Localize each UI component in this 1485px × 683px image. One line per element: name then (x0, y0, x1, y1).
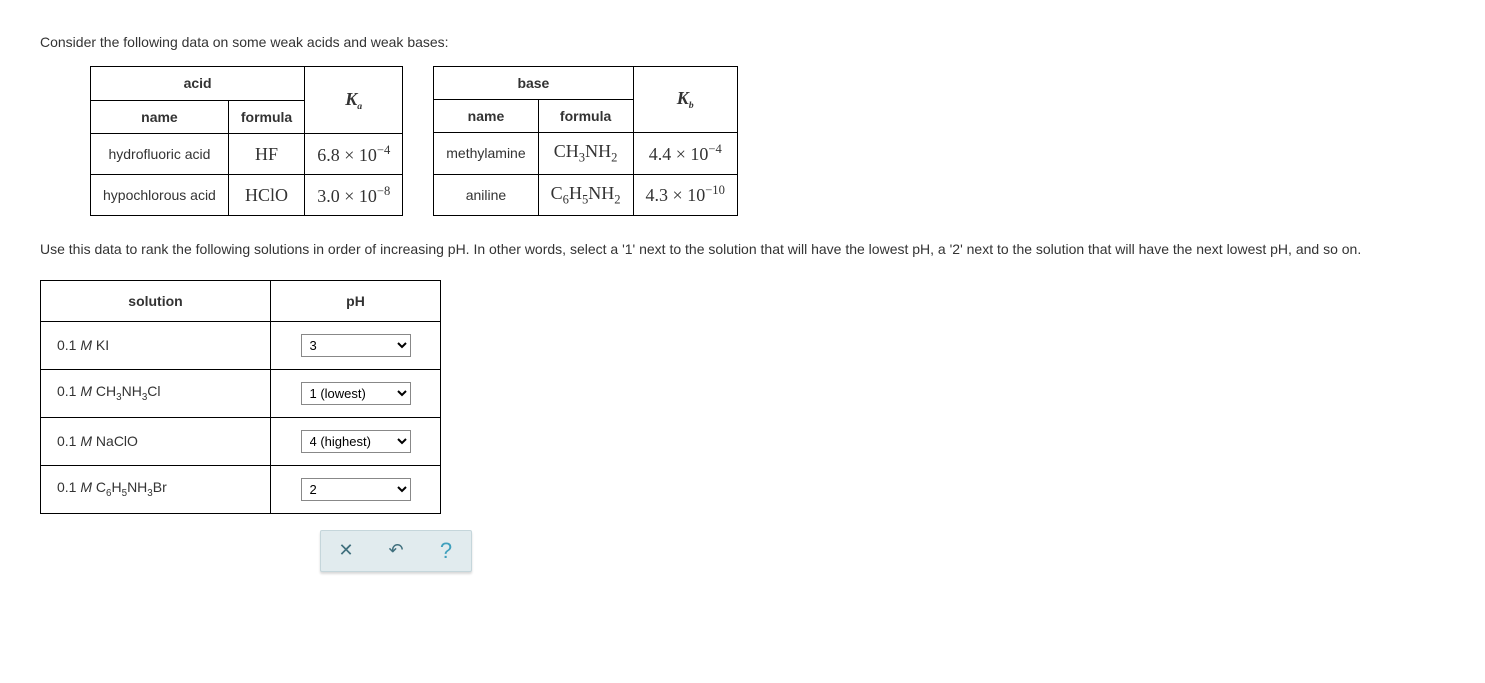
base-formula: CH3NH2 (538, 133, 633, 175)
rank-select[interactable]: 1 (lowest)234 (highest) (301, 334, 411, 357)
acid-name: hydrofluoric acid (91, 134, 229, 175)
solution-label: 0.1 M KI (41, 321, 271, 369)
acid-name: hypochlorous acid (91, 175, 229, 216)
base-col-formula: formula (538, 100, 633, 133)
acid-ka: 3.0 × 10−8 (305, 175, 403, 216)
rank-select[interactable]: 1 (lowest)234 (highest) (301, 382, 411, 405)
ph-cell: 1 (lowest)234 (highest) (271, 417, 441, 465)
ka-exp: −8 (377, 184, 390, 198)
solution-label: 0.1 M C6H5NH3Br (41, 465, 271, 513)
acid-formula: HF (228, 134, 304, 175)
close-icon: ✕ (338, 540, 353, 561)
answer-table: solution pH 0.1 M KI 1 (lowest)234 (highe… (40, 280, 441, 514)
kb-coeff: 4.4 (649, 144, 672, 164)
solution-label: 0.1 M NaClO (41, 417, 271, 465)
data-tables-row: acid Ka name formula hydrofluoric acid H… (90, 66, 1445, 216)
answer-col-ph: pH (271, 280, 441, 321)
ka-coeff: 3.0 (317, 186, 340, 206)
table-row: hydrofluoric acid HF 6.8 × 10−4 (91, 134, 403, 175)
rank-select[interactable]: 1 (lowest)234 (highest) (301, 478, 411, 501)
undo-icon: ↶ (388, 540, 403, 561)
base-formula: C6H5NH2 (538, 174, 633, 216)
ka-exp: −4 (377, 143, 390, 157)
ka-coeff: 6.8 (317, 145, 340, 165)
ka-subscript: a (357, 101, 362, 112)
table-row: methylamine CH3NH2 4.4 × 10−4 (434, 133, 738, 175)
kb-coeff: 4.3 (646, 185, 669, 205)
reset-button[interactable]: ↶ (371, 531, 421, 571)
kb-symbol: K (677, 88, 689, 108)
kb-header: Kb (633, 67, 737, 133)
action-toolbar: ✕ ↶ ? (320, 530, 472, 572)
answer-col-solution: solution (41, 280, 271, 321)
base-table: base Kb name formula methylamine CH3NH2 … (433, 66, 738, 216)
base-kb: 4.3 × 10−10 (633, 174, 737, 216)
clear-button[interactable]: ✕ (321, 531, 371, 571)
help-button[interactable]: ? (421, 531, 471, 571)
base-header: base (434, 67, 633, 100)
acid-table: acid Ka name formula hydrofluoric acid H… (90, 66, 403, 216)
kb-subscript: b (689, 100, 694, 111)
ph-cell: 1 (lowest)234 (highest) (271, 321, 441, 369)
kb-exp: −4 (708, 142, 721, 156)
table-row: hypochlorous acid HClO 3.0 × 10−8 (91, 175, 403, 216)
base-name: aniline (434, 174, 538, 216)
acid-col-name: name (91, 100, 229, 134)
table-row: 0.1 M KI 1 (lowest)234 (highest) (41, 321, 441, 369)
kb-exp: −10 (705, 183, 725, 197)
help-icon: ? (440, 538, 452, 564)
table-row: aniline C6H5NH2 4.3 × 10−10 (434, 174, 738, 216)
ka-header: Ka (305, 67, 403, 134)
table-row: 0.1 M CH3NH3Cl 1 (lowest)234 (highest) (41, 369, 441, 417)
acid-header: acid (91, 67, 305, 101)
base-name: methylamine (434, 133, 538, 175)
ph-cell: 1 (lowest)234 (highest) (271, 465, 441, 513)
rank-select[interactable]: 1 (lowest)234 (highest) (301, 430, 411, 453)
acid-col-formula: formula (228, 100, 304, 134)
acid-formula: HClO (228, 175, 304, 216)
base-col-name: name (434, 100, 538, 133)
ka-symbol: K (345, 89, 357, 109)
instructions-text: Use this data to rank the following solu… (40, 240, 1445, 260)
acid-ka: 6.8 × 10−4 (305, 134, 403, 175)
table-row: 0.1 M C6H5NH3Br 1 (lowest)234 (highest) (41, 465, 441, 513)
intro-text: Consider the following data on some weak… (40, 34, 1445, 50)
table-row: 0.1 M NaClO 1 (lowest)234 (highest) (41, 417, 441, 465)
solution-label: 0.1 M CH3NH3Cl (41, 369, 271, 417)
base-kb: 4.4 × 10−4 (633, 133, 737, 175)
ph-cell: 1 (lowest)234 (highest) (271, 369, 441, 417)
